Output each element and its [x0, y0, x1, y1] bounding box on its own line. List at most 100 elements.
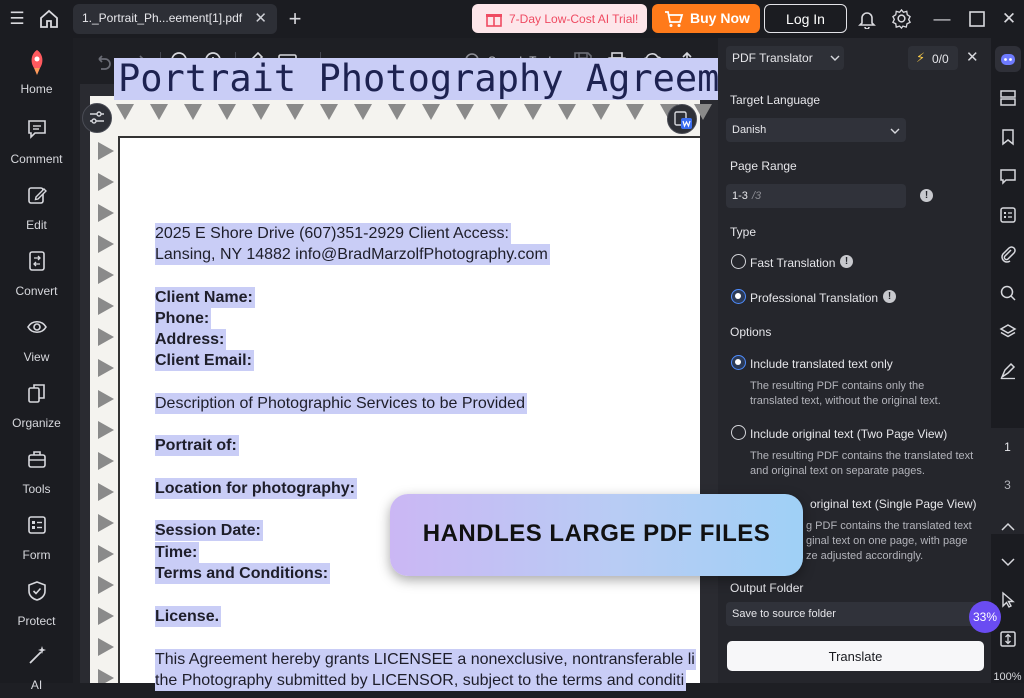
buy-now-button[interactable]: Buy Now	[652, 4, 760, 33]
two-page-view-desc: and original text on separate pages.	[750, 465, 925, 477]
document-line: Session Date:	[155, 520, 263, 541]
output-folder-select[interactable]: Save to source folder	[726, 602, 978, 626]
single-page-view-desc: ze adjusted accordingly.	[806, 550, 924, 562]
sidebar-item-comment[interactable]: Comment	[0, 112, 73, 172]
gift-icon	[486, 14, 502, 27]
target-language-select[interactable]: Danish	[726, 118, 906, 142]
gear-icon[interactable]	[891, 8, 912, 29]
border-triangle	[98, 669, 114, 683]
two-page-view-label: Include original text (Two Page View)	[750, 427, 948, 441]
signature-icon[interactable]	[999, 362, 1017, 380]
target-language-label: Target Language	[730, 93, 821, 107]
document-line: License.	[155, 606, 222, 627]
translate-icon[interactable]	[667, 104, 697, 134]
close-window-icon[interactable]: ✕	[998, 9, 1020, 29]
new-tab-icon[interactable]: +	[284, 8, 306, 30]
fit-page-icon[interactable]	[999, 630, 1017, 648]
pdf-page[interactable]	[90, 96, 712, 683]
fast-translation-radio[interactable]	[731, 254, 746, 269]
left-sidebar: Home Comment Edit Convert View Organize …	[0, 38, 73, 692]
sidebar-item-form[interactable]: Form	[0, 508, 73, 568]
document-tab[interactable]: 1._Portrait_Ph...eement[1].pdf ✕	[73, 4, 277, 34]
target-language-value: Danish	[732, 124, 767, 136]
sidebar-item-label: Edit	[26, 218, 47, 232]
attachment-icon[interactable]	[999, 245, 1017, 263]
border-triangle	[98, 235, 114, 253]
tool-selector-dropdown[interactable]: PDF Translator	[726, 46, 844, 70]
border-triangle	[98, 638, 114, 656]
total-pages: 3	[1004, 478, 1011, 492]
progress-badge[interactable]: 33%	[969, 601, 1001, 633]
login-button[interactable]: Log In	[764, 4, 847, 33]
border-triangle	[388, 104, 406, 120]
page-range-info-icon[interactable]: !	[920, 189, 933, 202]
professional-translation-radio[interactable]	[731, 289, 746, 304]
search-icon[interactable]	[999, 284, 1017, 302]
page-range-total: /3	[752, 190, 762, 202]
border-triangle	[98, 607, 114, 625]
ai-trial-button[interactable]: 7-Day Low-Cost AI Trial!	[472, 4, 647, 33]
page-range-input[interactable]: 1-3 /3	[726, 184, 906, 208]
border-triangle	[422, 104, 440, 120]
chevron-down-icon	[890, 128, 900, 134]
home-icon[interactable]	[38, 8, 60, 30]
document-tab-title: 1._Portrait_Ph...eement[1].pdf	[82, 11, 243, 25]
zoom-level[interactable]: 100%	[991, 671, 1024, 683]
border-triangle	[98, 390, 114, 408]
translate-button[interactable]: Translate	[727, 641, 984, 671]
sidebar-item-protect[interactable]: Protect	[0, 574, 73, 634]
two-page-view-radio[interactable]	[731, 425, 746, 440]
document-line: Lansing, NY 14882 info@BradMarzolfPhotog…	[155, 244, 550, 265]
minimize-icon[interactable]: —	[931, 9, 953, 29]
border-triangle	[98, 266, 114, 284]
border-triangle	[286, 104, 304, 120]
professional-translation-info-icon[interactable]: !	[883, 290, 896, 303]
translated-only-label: Include translated text only	[750, 357, 893, 371]
document-line: Time:	[155, 542, 200, 563]
menu-icon[interactable]: ☰	[6, 9, 28, 29]
chevron-down-icon[interactable]	[999, 553, 1017, 571]
sidebar-item-tools[interactable]: Tools	[0, 442, 73, 502]
current-page[interactable]: 1	[991, 440, 1024, 454]
layers-icon[interactable]	[999, 323, 1017, 341]
border-triangle	[354, 104, 372, 120]
border-triangle	[592, 104, 610, 120]
border-triangle	[116, 104, 134, 120]
sidebar-item-label: AI	[30, 678, 43, 692]
sidebar-item-convert[interactable]: Convert	[0, 244, 73, 304]
sidebar-item-view[interactable]: View	[0, 310, 73, 370]
sidebar-item-home[interactable]: Home	[0, 42, 73, 102]
cursor-icon[interactable]	[999, 591, 1017, 609]
sidebar-item-label: Convert	[15, 284, 58, 298]
page-range-label: Page Range	[730, 159, 797, 173]
fast-translation-info-icon[interactable]: !	[840, 255, 853, 268]
sliders-icon	[90, 111, 104, 124]
sidebar-item-edit[interactable]: Edit	[0, 178, 73, 238]
comment-icon[interactable]	[999, 167, 1017, 185]
border-triangle	[98, 204, 114, 222]
page-settings-button[interactable]	[82, 103, 112, 133]
maximize-icon[interactable]	[968, 10, 986, 28]
bell-icon[interactable]	[857, 9, 877, 29]
border-triangle	[98, 545, 114, 563]
chevron-up-icon[interactable]	[999, 518, 1017, 536]
bookmark-icon[interactable]	[999, 128, 1017, 146]
border-triangle	[150, 104, 168, 120]
undo-icon[interactable]	[93, 50, 115, 72]
credits-value: 0/0	[932, 52, 949, 66]
document-line: Portrait of:	[155, 435, 239, 456]
output-folder-label: Output Folder	[730, 581, 804, 595]
close-panel-icon[interactable]: ✕	[966, 48, 979, 66]
sidebar-item-organize[interactable]: Organize	[0, 376, 73, 436]
document-line: Phone:	[155, 308, 212, 329]
thumbnails-icon[interactable]	[999, 89, 1017, 107]
document-line: 2025 E Shore Drive (607)351-2929 Client …	[155, 223, 511, 244]
ai-assistant-button[interactable]	[995, 46, 1021, 72]
translated-only-radio[interactable]	[731, 355, 746, 370]
options-label: Options	[730, 325, 772, 339]
fields-icon[interactable]	[999, 206, 1017, 224]
sidebar-item-ai[interactable]: AI	[0, 638, 73, 698]
border-triangle	[626, 104, 644, 120]
close-tab-icon[interactable]: ✕	[254, 9, 267, 27]
document-canvas[interactable]	[80, 84, 718, 683]
